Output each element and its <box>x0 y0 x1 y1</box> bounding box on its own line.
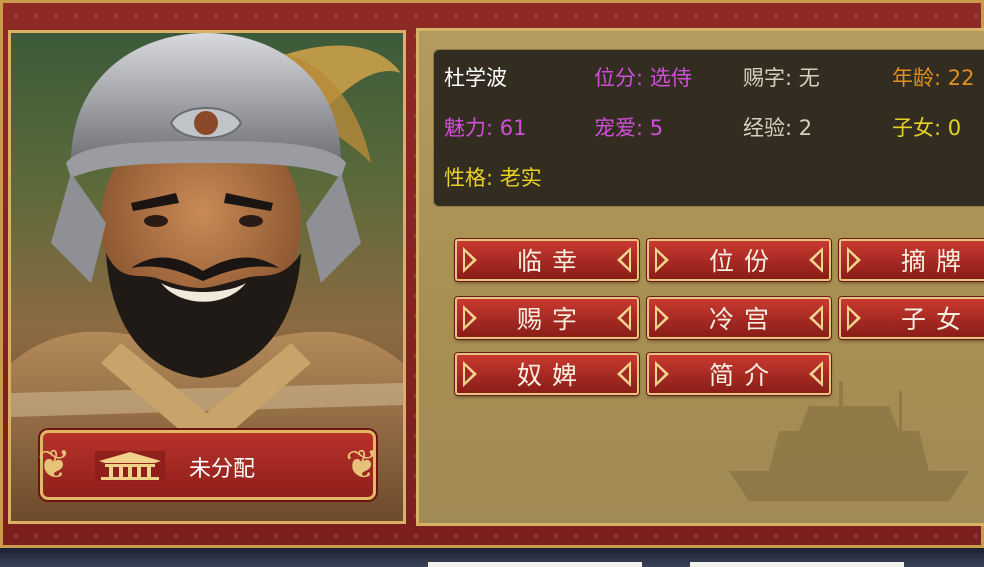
scroll-ornament-icon: ❦ <box>345 442 379 488</box>
children-field: 子女: 0 <box>892 116 962 140</box>
bottom-tab[interactable] <box>428 562 642 567</box>
children-button[interactable]: 子女 <box>839 297 984 339</box>
assignment-status: 未分配 <box>189 457 256 482</box>
arrow-right-icon <box>847 247 861 273</box>
personality-field: 性格: 老实 <box>444 166 542 190</box>
remove-tag-button[interactable]: 摘牌 <box>839 239 984 281</box>
arrow-left-icon <box>809 305 823 331</box>
arrow-left-icon <box>809 247 823 273</box>
title-field: 赐字: 无 <box>743 66 820 90</box>
experience-field: 经验: 2 <box>743 116 813 140</box>
character-stats-box: 杜学波 位分: 选侍 赐字: 无 年龄: 22 魅力: 61 宠爱: 5 经验:… <box>433 49 984 207</box>
frame-corner <box>11 33 23 45</box>
arrow-right-icon <box>847 305 861 331</box>
arrow-right-icon <box>463 305 477 331</box>
bestow-name-button[interactable]: 赐字 <box>455 297 639 339</box>
bottom-tab[interactable] <box>690 562 904 567</box>
arrow-left-icon <box>809 361 823 387</box>
assignment-plaque: ❦ ❦ 未分配 <box>37 430 379 500</box>
cold-palace-button[interactable]: 冷宫 <box>647 297 831 339</box>
palace-icon <box>95 451 165 481</box>
age-field: 年龄: 22 <box>892 66 975 90</box>
arrow-left-icon <box>617 361 631 387</box>
favor-field: 宠爱: 5 <box>594 116 664 140</box>
rank-field: 位分: 选侍 <box>594 66 692 90</box>
arrow-right-icon <box>655 305 669 331</box>
info-panel: 杜学波 位分: 选侍 赐字: 无 年龄: 22 魅力: 61 宠爱: 5 经验:… <box>416 28 984 526</box>
arrow-left-icon <box>617 305 631 331</box>
charm-field: 魅力: 61 <box>444 116 527 140</box>
rank-button[interactable]: 位份 <box>647 239 831 281</box>
arrow-right-icon <box>655 247 669 273</box>
arrow-left-icon <box>617 247 631 273</box>
profile-button[interactable]: 简介 <box>647 353 831 395</box>
visit-button[interactable]: 临幸 <box>455 239 639 281</box>
arrow-right-icon <box>463 247 477 273</box>
frame-corner <box>391 33 403 45</box>
scroll-ornament-icon: ❦ <box>37 442 71 488</box>
servants-button[interactable]: 奴婢 <box>455 353 639 395</box>
bottom-bar <box>0 548 984 567</box>
arrow-right-icon <box>655 361 669 387</box>
arrow-right-icon <box>463 361 477 387</box>
character-name: 杜学波 <box>444 66 507 90</box>
